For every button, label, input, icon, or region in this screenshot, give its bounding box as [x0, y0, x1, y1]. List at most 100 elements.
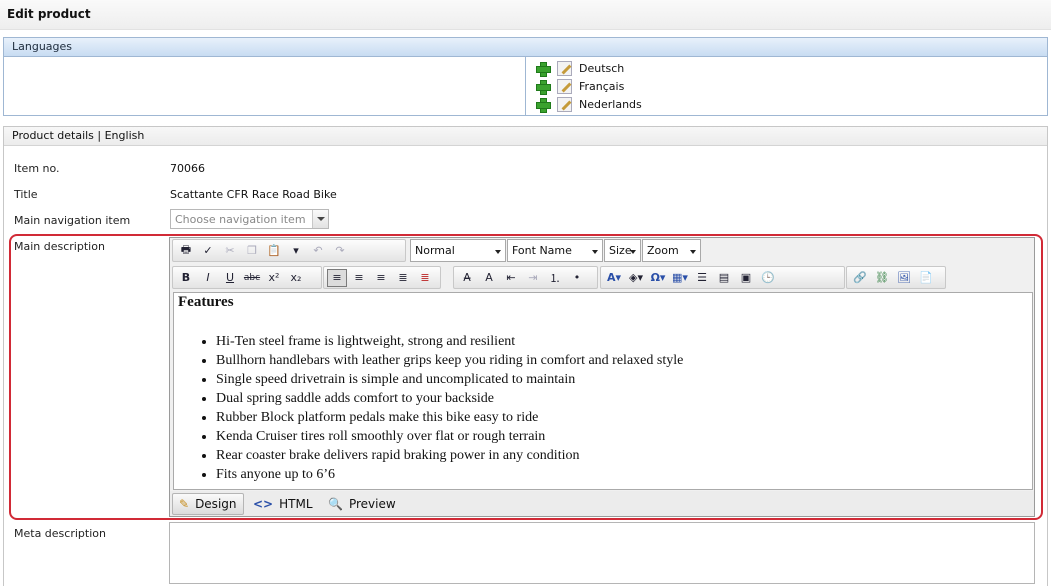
paragraph-icon[interactable]: ☰ [692, 269, 712, 287]
print-icon[interactable]: 🖶 [176, 242, 196, 260]
meta-description-label: Meta description [14, 527, 106, 540]
numbered-list-icon[interactable]: ⒈ [545, 269, 565, 287]
editor-toolbar-row-1: 🖶 ✓ ✂ ❐ 📋 ▾ ↶ ↷ Normal Font Name Size Zo… [170, 238, 1034, 264]
font-size-select-value: Size [609, 244, 632, 257]
align-center-icon[interactable]: ≡ [349, 269, 369, 287]
plus-icon[interactable] [536, 97, 551, 113]
item-no-value: 70066 [170, 162, 205, 175]
magnifier-icon: 🔍 [328, 497, 343, 511]
font-name-select-value: Font Name [512, 244, 572, 257]
justify-icon[interactable]: ≣ [393, 269, 413, 287]
language-row-deutsch[interactable]: Deutsch [536, 59, 624, 77]
toolbar-group-lists: A̶ A ⇤ ⇥ ⒈ • [453, 266, 598, 289]
bold-icon[interactable]: B [176, 269, 196, 287]
cut-icon[interactable]: ✂ [220, 242, 240, 260]
convert-case-icon[interactable]: A [479, 269, 499, 287]
title-label: Title [14, 188, 38, 201]
languages-divider [525, 57, 526, 116]
language-label[interactable]: Nederlands [579, 98, 642, 111]
title-value: Scattante CFR Race Road Bike [170, 188, 337, 201]
special-characters-icon[interactable]: Ω▾ [648, 269, 668, 287]
zoom-select-value: Zoom [647, 244, 679, 257]
list-item: Dual spring saddle adds comfort to your … [216, 389, 683, 408]
edit-page-icon[interactable] [557, 60, 572, 76]
editor-mode-bar: ✎ Design <> HTML 🔍 Preview [170, 491, 1034, 516]
list-item: Rear coaster brake delivers rapid brakin… [216, 446, 683, 465]
design-mode-tab[interactable]: ✎ Design [172, 493, 244, 515]
item-no-label: Item no. [14, 162, 60, 175]
template-icon[interactable]: ▤ [714, 269, 734, 287]
chevron-down-icon[interactable] [312, 210, 328, 228]
copy-icon[interactable]: ❐ [242, 242, 262, 260]
format-select-value: Normal [415, 244, 455, 257]
page-titlebar: Edit product [0, 0, 1051, 30]
main-navigation-label: Main navigation item [14, 214, 131, 227]
html-mode-tab[interactable]: <> HTML [247, 493, 319, 515]
insert-link-icon[interactable]: 🔗 [850, 269, 870, 287]
toolbar-group-alignment: ≡ ≡ ≡ ≣ ≣ [323, 266, 441, 289]
insert-document-icon[interactable]: 📄 [916, 269, 936, 287]
code-icon: <> [253, 497, 274, 511]
font-name-select[interactable]: Font Name [507, 239, 603, 262]
insert-image-icon[interactable]: 🖼 [894, 269, 914, 287]
main-navigation-placeholder: Choose navigation item [175, 213, 306, 226]
language-label[interactable]: Deutsch [579, 62, 624, 75]
preview-mode-tab[interactable]: 🔍 Preview [322, 493, 402, 515]
design-mode-label: Design [195, 497, 237, 511]
rich-text-editor: 🖶 ✓ ✂ ❐ 📋 ▾ ↶ ↷ Normal Font Name Size Zo… [169, 237, 1035, 517]
language-row-nederlands[interactable]: Nederlands [536, 95, 642, 113]
edit-page-icon[interactable] [557, 96, 572, 112]
plus-icon[interactable] [536, 79, 551, 95]
insert-table-icon[interactable]: ▦▾ [670, 269, 690, 287]
meta-description-textarea[interactable] [169, 522, 1035, 584]
list-item: Fits anyone up to 6’6 [216, 465, 683, 484]
toolbar-group-insert: A▾ ◈▾ Ω▾ ▦▾ ☰ ▤ ▣ 🕒 [600, 266, 845, 289]
subscript-icon[interactable]: x₂ [286, 269, 306, 287]
paste-icon[interactable]: 📋 [264, 242, 284, 260]
language-label[interactable]: Français [579, 80, 624, 93]
language-row-francais[interactable]: Français [536, 77, 624, 95]
languages-panel: Languages Deutsch Français Nederlands [3, 37, 1048, 116]
font-color-icon[interactable]: A▾ [604, 269, 624, 287]
format-select[interactable]: Normal [410, 239, 506, 262]
features-list: Hi-Ten steel frame is lightweight, stron… [216, 332, 683, 484]
html-mode-label: HTML [279, 497, 313, 511]
italic-icon[interactable]: I [198, 269, 218, 287]
undo-icon[interactable]: ↶ [308, 242, 328, 260]
bullet-list-icon[interactable]: • [567, 269, 587, 287]
list-item: Single speed drivetrain is simple and un… [216, 370, 683, 389]
remove-link-icon[interactable]: ⛓ [872, 269, 892, 287]
editor-content-area[interactable]: Features Hi-Ten steel frame is lightweig… [173, 292, 1033, 490]
list-item: Hi-Ten steel frame is lightweight, stron… [216, 332, 683, 351]
toolbar-group-text-style: B I U abc x² x₂ [172, 266, 322, 289]
page-title: Edit product [7, 7, 91, 21]
insert-date-icon[interactable]: ▣ [736, 269, 756, 287]
strikethrough-icon[interactable]: abc [242, 269, 262, 287]
plus-icon[interactable] [536, 61, 551, 77]
product-details-header: Product details | English [4, 127, 1047, 146]
edit-page-icon[interactable] [557, 78, 572, 94]
preview-mode-label: Preview [348, 497, 396, 511]
superscript-icon[interactable]: x² [264, 269, 284, 287]
highlight-color-icon[interactable]: ◈▾ [626, 269, 646, 287]
remove-alignment-icon[interactable]: ≣ [415, 269, 435, 287]
indent-icon[interactable]: ⇥ [523, 269, 543, 287]
editor-toolbar-row-2: B I U abc x² x₂ ≡ ≡ ≡ ≣ ≣ A̶ A ⇤ ⇥ ⒈ • A… [170, 265, 1034, 291]
list-item: Rubber Block platform pedals make this b… [216, 408, 683, 427]
languages-header: Languages [4, 38, 1047, 57]
redo-icon[interactable]: ↷ [330, 242, 350, 260]
pencil-icon: ✎ [179, 497, 190, 511]
paste-options-icon[interactable]: ▾ [286, 242, 306, 260]
insert-time-icon[interactable]: 🕒 [758, 269, 778, 287]
align-left-icon[interactable]: ≡ [327, 268, 347, 287]
format-stripper-icon[interactable]: A̶ [457, 269, 477, 287]
font-size-select[interactable]: Size [604, 239, 641, 262]
underline-icon[interactable]: U [220, 269, 240, 287]
spellcheck-icon[interactable]: ✓ [198, 242, 218, 260]
main-navigation-select[interactable]: Choose navigation item [170, 209, 329, 229]
toolbar-group-clipboard: 🖶 ✓ ✂ ❐ 📋 ▾ ↶ ↷ [172, 239, 406, 262]
align-right-icon[interactable]: ≡ [371, 269, 391, 287]
outdent-icon[interactable]: ⇤ [501, 269, 521, 287]
zoom-select[interactable]: Zoom [642, 239, 701, 262]
toolbar-group-links-media: 🔗 ⛓ 🖼 📄 [846, 266, 946, 289]
